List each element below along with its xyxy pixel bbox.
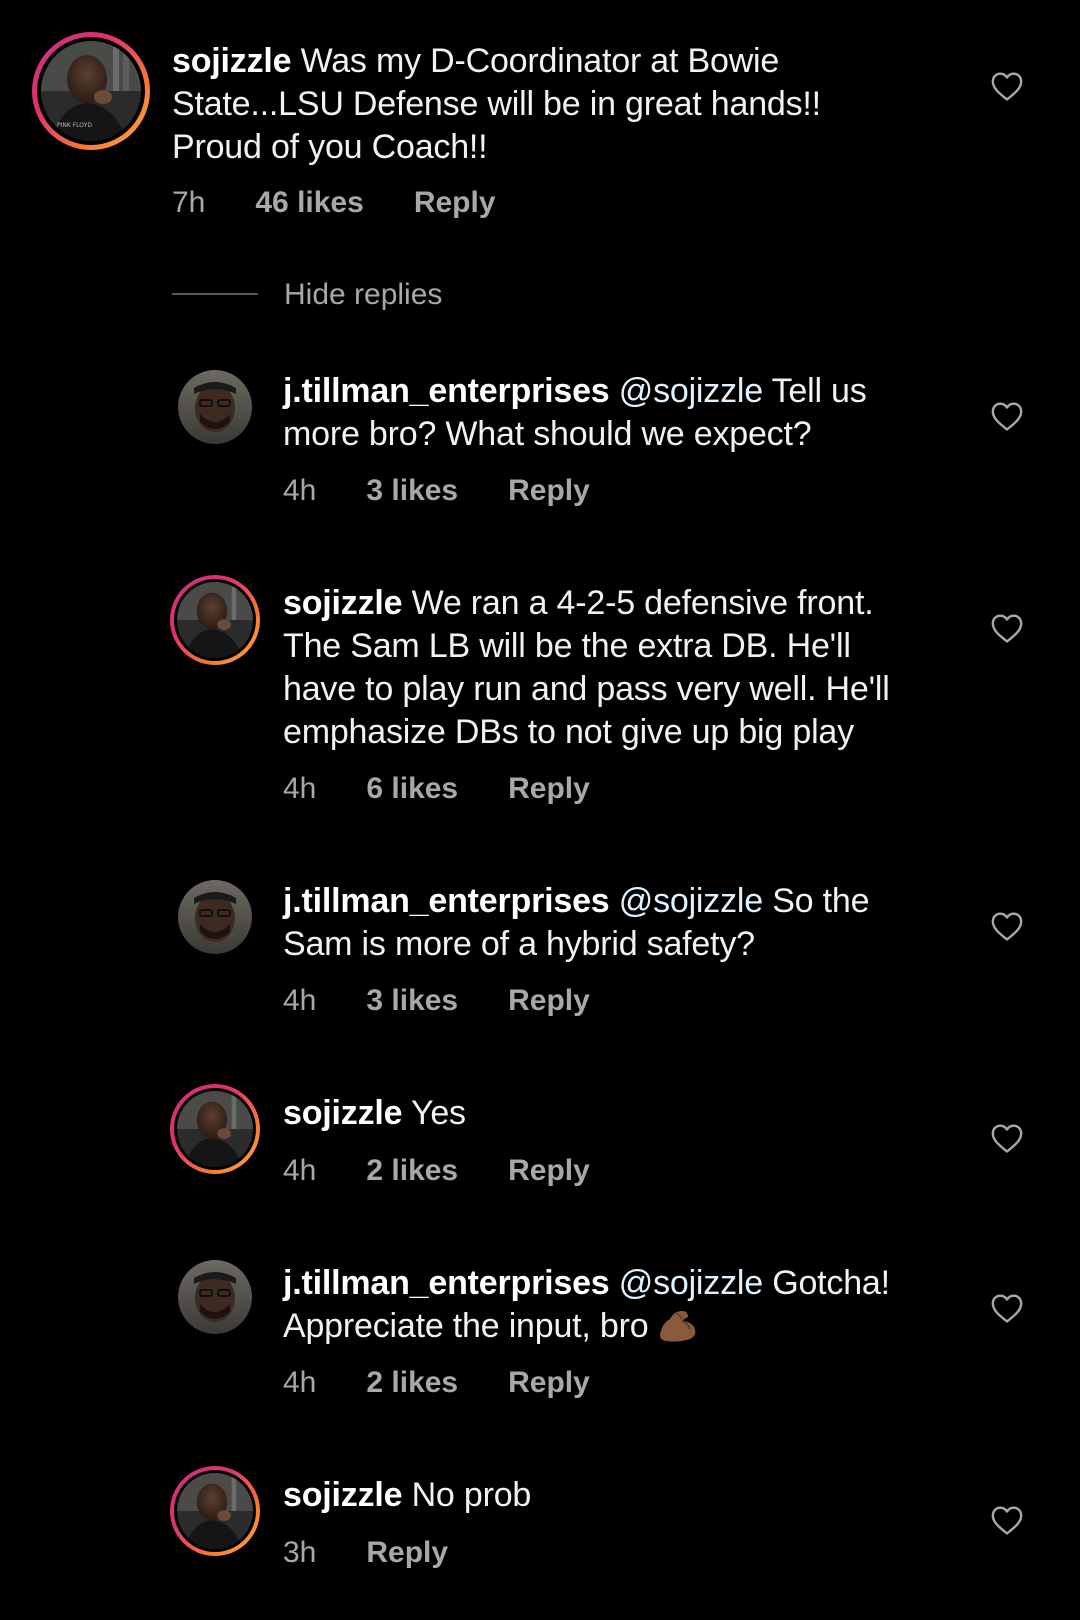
heart-outline-icon[interactable]: [990, 1504, 1024, 1536]
comment-text: State...LSU Defense will be in great han…: [172, 85, 821, 123]
heart-outline-icon[interactable]: [990, 400, 1024, 432]
comment-text: Appreciate the input, bro: [283, 1307, 649, 1345]
reply-button[interactable]: Reply: [366, 1536, 448, 1570]
comment-username[interactable]: sojizzle: [283, 1476, 403, 1514]
comment-text: So the: [772, 882, 870, 920]
divider-line: [172, 293, 258, 295]
flexed-biceps-emoji: [660, 1311, 696, 1342]
like-count[interactable]: 2 likes: [366, 1366, 458, 1400]
reply-button[interactable]: Reply: [508, 474, 590, 508]
reply-button[interactable]: Reply: [508, 1366, 590, 1400]
avatar[interactable]: [178, 370, 252, 444]
comment-text: We ran a 4-2-5 defensive front.: [411, 584, 874, 622]
avatar[interactable]: [170, 575, 260, 665]
heart-outline-icon[interactable]: [990, 70, 1024, 102]
mention-link[interactable]: @sojizzle: [619, 1264, 763, 1302]
comment-username[interactable]: j.tillman_enterprises: [283, 882, 610, 920]
avatar[interactable]: [178, 1260, 252, 1334]
comment-timestamp: 4h: [283, 772, 317, 805]
avatar[interactable]: [170, 1084, 260, 1174]
comment-text: The Sam LB will be the extra DB. He'll: [283, 627, 851, 665]
comment-text: No prob: [411, 1476, 532, 1514]
comment-timestamp: 7h: [172, 186, 206, 219]
like-count[interactable]: 6 likes: [366, 772, 458, 806]
comment-timestamp: 4h: [283, 984, 317, 1017]
comment-timestamp: 4h: [283, 474, 317, 507]
like-count[interactable]: 3 likes: [366, 984, 458, 1018]
comment-text: Tell us: [771, 372, 867, 410]
comment-timestamp: 4h: [283, 1154, 317, 1187]
svg-text:PINK FLOYD: PINK FLOYD: [57, 122, 92, 129]
avatar[interactable]: PINK FLOYD: [32, 32, 150, 150]
comment-text: Sam is more of a hybrid safety?: [283, 925, 755, 963]
comment-timestamp: 4h: [283, 1366, 317, 1399]
reply-button[interactable]: Reply: [508, 1154, 590, 1188]
reply-button[interactable]: Reply: [508, 772, 590, 806]
comment-text: Proud of you Coach!!: [172, 128, 488, 166]
profile-photo-sojizzle: [177, 582, 253, 658]
comment-username[interactable]: sojizzle: [283, 584, 403, 622]
profile-photo-jtillman: [178, 370, 252, 444]
hide-replies-label[interactable]: Hide replies: [284, 278, 442, 312]
profile-photo-sojizzle: [177, 1473, 253, 1549]
profile-photo-sojizzle: PINK FLOYD: [41, 41, 141, 141]
comment-text: Was my D-Coordinator at Bowie: [300, 42, 780, 80]
avatar[interactable]: [178, 880, 252, 954]
comment-username[interactable]: j.tillman_enterprises: [283, 372, 610, 410]
like-count[interactable]: 2 likes: [366, 1154, 458, 1188]
comment-username[interactable]: sojizzle: [283, 1094, 403, 1132]
profile-photo-sojizzle: [177, 1091, 253, 1167]
comment-text: Gotcha!: [772, 1264, 890, 1302]
profile-photo-jtillman: [178, 1260, 252, 1334]
comment-username[interactable]: j.tillman_enterprises: [283, 1264, 610, 1302]
comment-text: Yes: [410, 1094, 466, 1132]
heart-outline-icon[interactable]: [990, 1122, 1024, 1154]
like-count[interactable]: 3 likes: [366, 474, 458, 508]
comment-text: emphasize DBs to not give up big play: [283, 713, 854, 751]
reply-button[interactable]: Reply: [414, 186, 496, 220]
avatar[interactable]: [170, 1466, 260, 1556]
profile-photo-jtillman: [178, 880, 252, 954]
heart-outline-icon[interactable]: [990, 910, 1024, 942]
comment-text: have to play run and pass very well. He'…: [283, 670, 890, 708]
comment-username[interactable]: sojizzle: [172, 42, 292, 80]
heart-outline-icon[interactable]: [990, 1292, 1024, 1324]
heart-outline-icon[interactable]: [990, 612, 1024, 644]
mention-link[interactable]: @sojizzle: [619, 372, 763, 410]
reply-button[interactable]: Reply: [508, 984, 590, 1018]
like-count[interactable]: 46 likes: [255, 186, 363, 220]
comment-text: more bro? What should we expect?: [283, 415, 812, 453]
comment-timestamp: 3h: [283, 1536, 317, 1569]
mention-link[interactable]: @sojizzle: [619, 882, 763, 920]
